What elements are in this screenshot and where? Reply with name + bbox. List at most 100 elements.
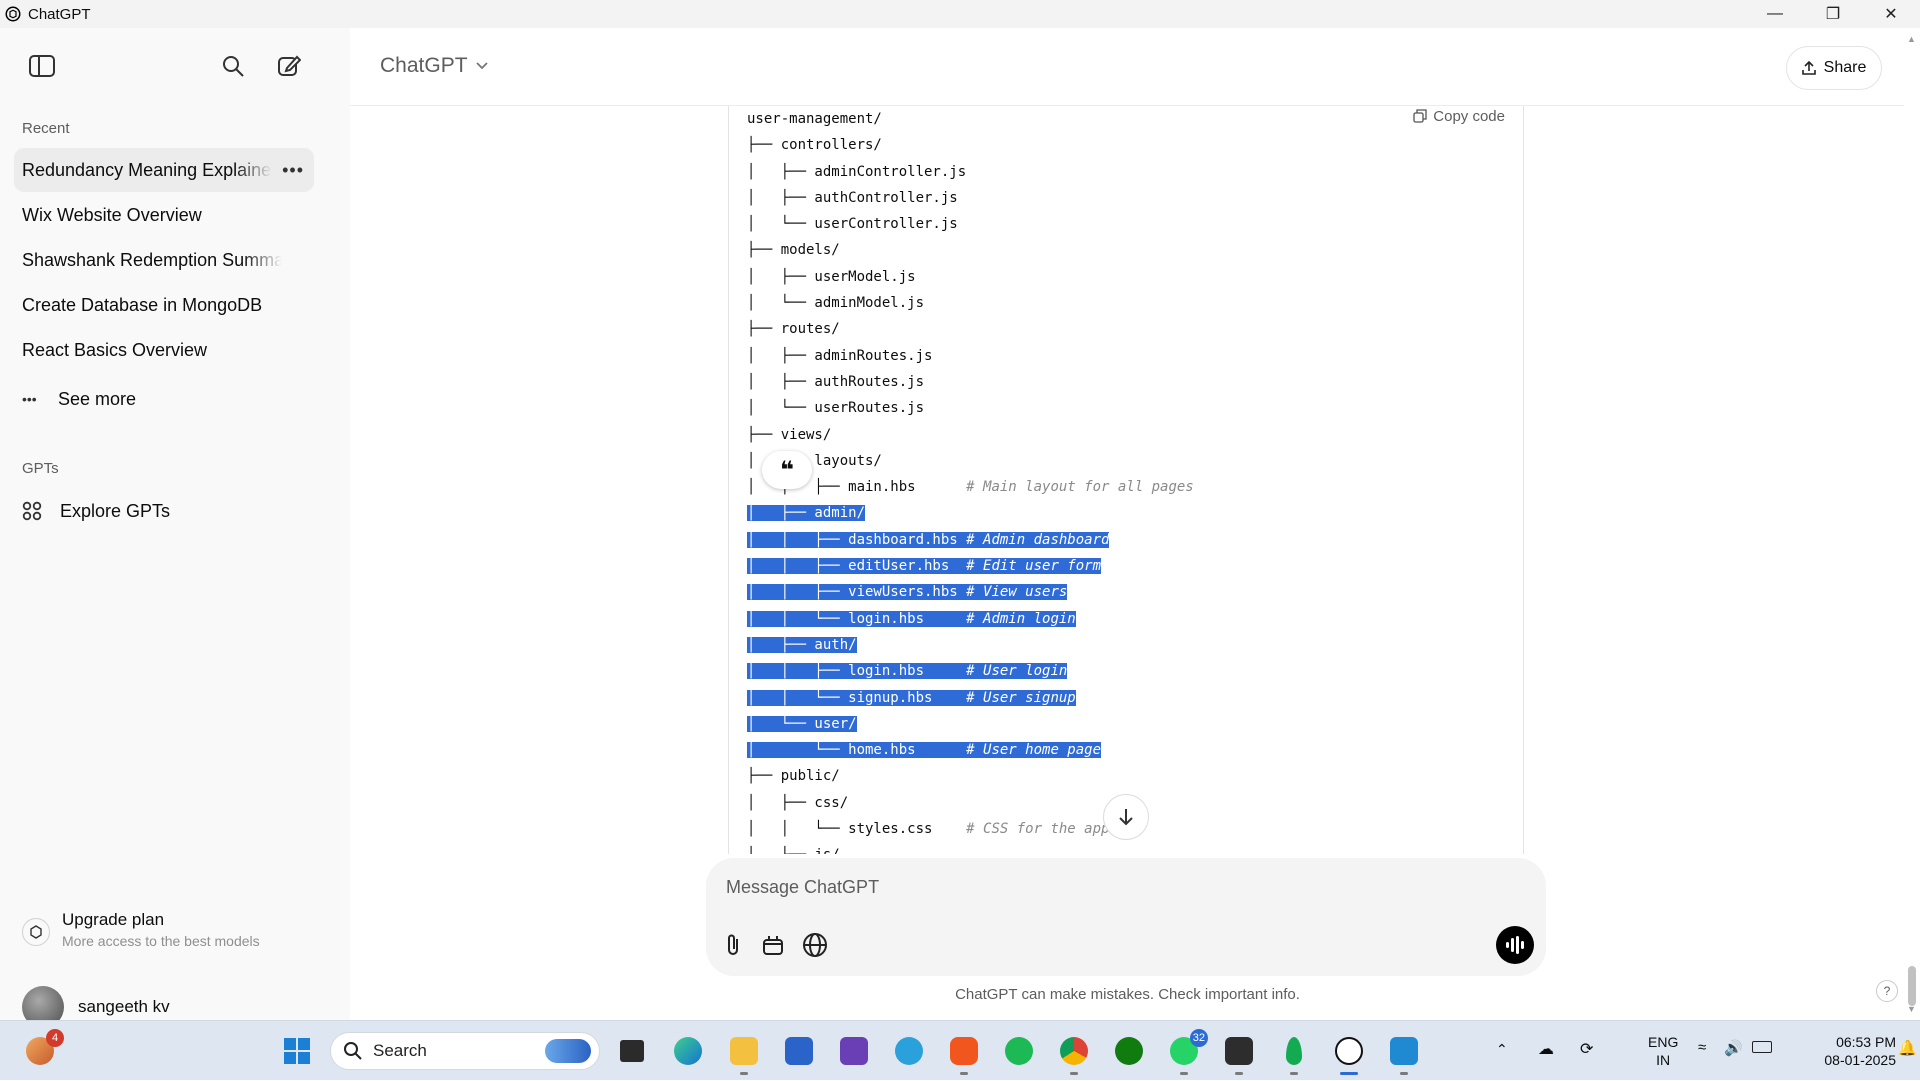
code-line: │ └── home.hbs # User home page (747, 737, 1194, 763)
xbox-icon[interactable] (1109, 1031, 1149, 1071)
grid-icon (22, 501, 48, 521)
share-label: Share (1823, 59, 1867, 76)
window-title: ChatGPT (28, 5, 91, 23)
chatgpt-logo-icon (5, 6, 21, 22)
app-icon[interactable] (834, 1031, 874, 1071)
sidebar-item-mongodb[interactable]: Create Database in MongoDB (14, 283, 314, 327)
upload-icon (1801, 61, 1816, 75)
restore-button[interactable]: ❐ (1804, 0, 1862, 28)
message-input[interactable] (726, 872, 1426, 902)
copy-code-button[interactable]: Copy code (1413, 106, 1505, 126)
spotify-icon[interactable] (999, 1031, 1039, 1071)
widgets-icon[interactable]: 4 (20, 1029, 64, 1071)
whatsapp-icon[interactable]: 32 (1164, 1029, 1208, 1075)
code-text: ├── models/ (747, 242, 840, 259)
close-button[interactable]: ✕ (1862, 0, 1920, 28)
store-icon[interactable] (779, 1031, 819, 1071)
code-comment: # User signup (966, 689, 1076, 706)
scroll-thumb[interactable] (1908, 966, 1916, 1006)
scroll-down-arrow-icon[interactable]: ▼ (1907, 1004, 1916, 1014)
onedrive-icon[interactable]: ☁ (1538, 1039, 1554, 1059)
terminal-icon[interactable] (1219, 1031, 1259, 1075)
scroll-down-button[interactable] (1103, 794, 1149, 840)
sidebar-item-wix[interactable]: Wix Website Overview (14, 193, 314, 237)
code-text: ├── views/ (747, 426, 832, 443)
vscode-icon[interactable] (1384, 1031, 1424, 1075)
file-explorer-icon[interactable] (724, 1031, 764, 1075)
help-button[interactable]: ? (1876, 980, 1898, 1002)
model-selector[interactable]: ChatGPT (380, 54, 488, 78)
scrollbar[interactable]: ▲ ▼ (1904, 28, 1920, 1020)
edge-icon[interactable] (668, 1031, 708, 1071)
voice-mode-button[interactable] (1496, 926, 1534, 964)
quote-icon[interactable]: ❝ (762, 451, 812, 489)
code-text: user-management/ (747, 111, 882, 127)
minimize-button[interactable]: — (1746, 0, 1804, 28)
code-line: │ │ ├── login.hbs # User login (747, 658, 1194, 684)
sidebar-item-react[interactable]: React Basics Overview (14, 328, 314, 372)
see-more-button[interactable]: ••• See more (14, 377, 314, 421)
code-comment: # Admin login (966, 610, 1076, 627)
chevron-up-icon[interactable]: ⌃ (1496, 1041, 1508, 1058)
mongodb-compass-icon[interactable] (1274, 1031, 1314, 1075)
code-text: │ ├── admin/ (747, 505, 866, 522)
upgrade-plan-button[interactable]: Upgrade plan More access to the best mod… (22, 910, 260, 949)
code-text: │ └── user/ (747, 715, 857, 732)
canvas-icon[interactable] (758, 930, 788, 960)
globe-icon[interactable] (800, 930, 830, 960)
code-content[interactable]: user-management/ ├── controllers/ │ ├── ad… (747, 106, 1194, 854)
taskbar-search[interactable]: Search (330, 1032, 600, 1070)
copy-code-label: Copy code (1433, 107, 1505, 125)
code-line: ├── controllers/ (747, 132, 1194, 158)
toggle-sidebar-icon[interactable] (28, 52, 56, 80)
model-name: ChatGPT (380, 54, 468, 77)
search-icon[interactable] (219, 52, 247, 80)
code-text: │ ├── authRoutes.js (747, 373, 925, 390)
attach-icon[interactable] (718, 930, 748, 960)
sidebar-item-redundancy[interactable]: Redundancy Meaning Explained ••• (14, 148, 314, 192)
sidebar-item-label: Shawshank Redemption Summary (22, 249, 282, 270)
code-text: │ ├── css/ (747, 794, 849, 811)
code-line: ├── views/ (747, 422, 1194, 448)
chevron-down-icon (475, 62, 488, 70)
telegram-icon[interactable] (889, 1031, 929, 1071)
chrome-icon[interactable] (1054, 1031, 1094, 1075)
code-line: │ └── userRoutes.js (747, 395, 1194, 421)
volume-icon[interactable]: 🔊 (1724, 1039, 1743, 1057)
arrow-down-icon (1119, 809, 1133, 826)
code-line: │ │ ├── viewUsers.hbs # View users (747, 579, 1194, 605)
sync-icon[interactable]: ⟳ (1580, 1039, 1593, 1059)
code-text: │ ├── js/ (747, 847, 840, 854)
wifi-icon[interactable]: ≈ (1698, 1039, 1706, 1056)
code-text: │ │ └── login.hbs (747, 610, 967, 627)
sidebar-item-label: Redundancy Meaning Explained (22, 159, 272, 180)
see-more-label: See more (58, 388, 137, 409)
gpts-section-label: GPTs (22, 460, 59, 477)
explore-gpts-button[interactable]: Explore GPTs (14, 489, 314, 533)
code-line: │ └── user/ (747, 711, 1194, 737)
code-line: │ │ ├── editUser.hbs # Edit user form (747, 553, 1194, 579)
upgrade-subtitle: More access to the best models (62, 933, 260, 949)
new-chat-icon[interactable] (275, 52, 303, 80)
clock[interactable]: 06:53 PM 08-01-2025 (1784, 1033, 1896, 1069)
code-line: ├── routes/ (747, 316, 1194, 342)
language-indicator[interactable]: ENG IN (1648, 1033, 1678, 1069)
start-icon[interactable] (277, 1031, 317, 1071)
share-button[interactable]: Share (1786, 46, 1882, 90)
code-line: │ │ └── login.hbs # Admin login (747, 606, 1194, 632)
code-line: │ ├── auth/ (747, 632, 1194, 658)
whatsapp-badge: 32 (1189, 1029, 1208, 1047)
search-highlight-icon (545, 1039, 591, 1063)
sidebar-item-label: Create Database in MongoDB (22, 294, 263, 315)
scroll-up-arrow-icon[interactable]: ▲ (1907, 34, 1916, 44)
chatgpt-taskbar-icon[interactable] (1329, 1031, 1369, 1075)
notification-bell-icon[interactable]: 🔔 (1898, 1039, 1917, 1057)
sidebar-item-shawshank[interactable]: Shawshank Redemption Summary (14, 238, 314, 282)
more-options-icon[interactable]: ••• (282, 160, 304, 181)
brave-icon[interactable] (944, 1031, 984, 1075)
explore-gpts-label: Explore GPTs (60, 500, 171, 521)
task-view-icon[interactable] (612, 1031, 652, 1071)
time: 06:53 PM (1836, 1034, 1896, 1050)
battery-icon[interactable] (1752, 1041, 1772, 1053)
message-composer (706, 858, 1546, 976)
